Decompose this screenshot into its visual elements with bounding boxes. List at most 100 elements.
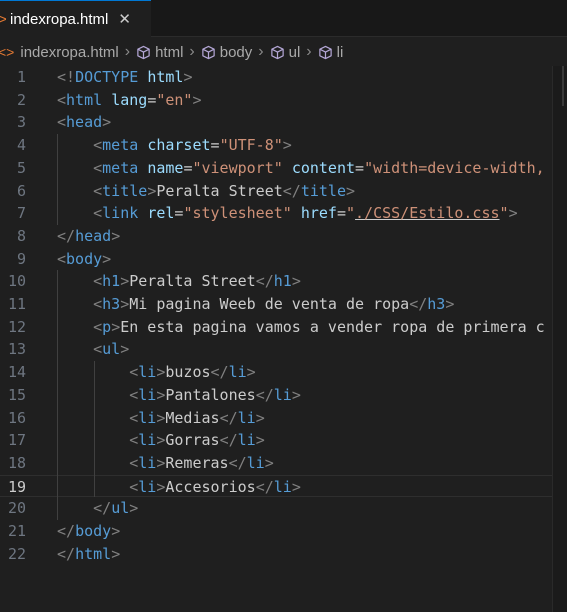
code-line[interactable]: 10 <h1>Peralta Street</h1> xyxy=(0,270,567,293)
code-line[interactable]: 8 </head> xyxy=(0,225,567,248)
code-line[interactable]: 19 <li>Accesorios</li> xyxy=(0,474,552,498)
line-number: 21 xyxy=(7,522,26,540)
code-line[interactable]: 14 <li>buzos</li> xyxy=(0,361,567,384)
line-number: 22 xyxy=(7,544,26,563)
code-token: > xyxy=(183,68,193,86)
close-icon[interactable]: ✕ xyxy=(118,10,131,28)
code-editor[interactable]: 1 <!DOCTYPE html> 2 <html lang="en"> 3 <head>… xyxy=(0,66,567,612)
line-number: 3 xyxy=(16,113,26,132)
code-token: </ xyxy=(93,499,112,518)
code-line[interactable]: 3 <head> xyxy=(0,111,567,134)
code-text: <ul> xyxy=(57,338,129,361)
breadcrumb-item-file[interactable]: indexropa.html xyxy=(20,44,118,61)
code-token: h1 xyxy=(102,272,121,291)
code-token: Medias xyxy=(165,408,220,427)
line-number: 17 xyxy=(7,431,26,450)
code-token: En esta pagina vamos a vender ropa de pr… xyxy=(120,317,545,336)
code-token: > xyxy=(508,204,518,223)
code-token: html xyxy=(66,90,103,109)
vertical-scrollbar[interactable] xyxy=(552,66,567,612)
code-line[interactable]: 15 <li>Pantalones</li> xyxy=(0,384,567,407)
code-line[interactable]: 6 <title>Peralta Street</title> xyxy=(0,180,567,203)
code-token: "UTF-8" xyxy=(219,136,283,155)
code-token: Remeras xyxy=(165,453,229,472)
html-file-icon: > xyxy=(0,10,7,28)
code-token: > xyxy=(291,385,301,404)
code-token: " xyxy=(346,204,356,223)
code-token: </ xyxy=(255,272,274,291)
code-text: <li>Remeras</li> xyxy=(57,452,274,475)
code-line[interactable]: 13 <ul> xyxy=(0,338,567,361)
code-token: > xyxy=(192,90,202,109)
line-number: 11 xyxy=(7,295,26,313)
breadcrumb-item-body[interactable]: body xyxy=(201,44,252,61)
code-line[interactable]: 12 <p>En esta pagina vamos a vender ropa… xyxy=(0,316,567,339)
code-token: ul xyxy=(102,340,121,359)
code-text: <li>Medias</li> xyxy=(57,407,264,430)
code-token: <! xyxy=(57,68,76,86)
breadcrumb-item-li[interactable]: li xyxy=(318,43,344,61)
breadcrumb-label: indexropa.html xyxy=(20,43,119,61)
tab-indexropa[interactable]: > indexropa.html ✕ xyxy=(0,0,151,37)
code-token: li xyxy=(138,431,157,450)
code-token: rel xyxy=(147,204,175,223)
code-token: < xyxy=(93,272,103,291)
code-line[interactable]: 20 </ul> xyxy=(0,497,567,520)
code-token: < xyxy=(93,317,103,336)
code-line[interactable]: 21 </body> xyxy=(0,520,567,543)
code-token: > xyxy=(282,136,292,155)
code-token: > xyxy=(111,522,121,540)
code-token: > xyxy=(445,295,455,313)
code-line[interactable]: 1 <!DOCTYPE html> xyxy=(0,66,567,89)
code-token: < xyxy=(129,363,139,382)
line-number: 12 xyxy=(7,317,26,336)
code-token: > xyxy=(291,477,301,496)
code-token: = xyxy=(210,136,220,155)
code-token: < xyxy=(57,113,67,132)
code-line[interactable]: 18 <li>Remeras</li> xyxy=(0,452,567,475)
breadcrumb-label: li xyxy=(336,43,344,61)
code-text: </head> xyxy=(57,225,120,248)
code-token: " xyxy=(499,204,509,223)
code-token: </ xyxy=(57,544,76,563)
code-token: </ xyxy=(219,408,238,427)
code-text: <body> xyxy=(57,248,111,271)
code-text: <p>En esta pagina vamos a vender ropa de… xyxy=(57,316,545,339)
tab-bar: > indexropa.html ✕ xyxy=(0,0,567,37)
breadcrumb-label: html xyxy=(155,43,184,61)
code-line[interactable]: 4 <meta charset="UTF-8"> xyxy=(0,134,567,157)
code-token: </ xyxy=(282,181,301,200)
code-line[interactable]: 17 <li>Gorras</li> xyxy=(0,429,567,452)
code-token: < xyxy=(129,385,139,404)
code-token: < xyxy=(129,431,139,450)
code-line[interactable]: 22 </html> xyxy=(0,543,567,566)
scrollbar-thumb[interactable] xyxy=(562,66,564,106)
line-number: 15 xyxy=(7,385,26,404)
line-number: 14 xyxy=(7,363,26,382)
code-line[interactable]: 9 <body> xyxy=(0,248,567,271)
breadcrumb-item-ul[interactable]: ul xyxy=(270,44,300,61)
code-text: <li>Gorras</li> xyxy=(57,429,264,452)
code-token: > xyxy=(111,317,121,336)
code-line[interactable]: 7 <link rel="stylesheet" href="./CSS/Est… xyxy=(0,202,567,225)
chevron-right-icon: › xyxy=(306,43,312,60)
code-line[interactable]: 16 <li>Medias</li> xyxy=(0,407,567,430)
code-text: <meta charset="UTF-8"> xyxy=(57,134,292,157)
code-text: <li>buzos</li> xyxy=(57,361,255,384)
code-token: > xyxy=(291,272,301,291)
code-line[interactable]: 5 <meta name="viewport" content="width=d… xyxy=(0,157,567,180)
code-token: lang xyxy=(111,90,148,109)
symbol-element-icon xyxy=(318,45,332,59)
code-token: Peralta Street xyxy=(129,272,256,291)
code-line[interactable]: 11 <h3>Mi pagina Weeb de venta de ropa</… xyxy=(0,293,567,316)
breadcrumb-item-html[interactable]: html xyxy=(136,44,183,61)
code-token: li xyxy=(228,363,247,382)
code-line[interactable]: 2 <html lang="en"> xyxy=(0,89,567,112)
code-token: </ xyxy=(210,363,229,382)
code-token: > xyxy=(264,453,274,472)
